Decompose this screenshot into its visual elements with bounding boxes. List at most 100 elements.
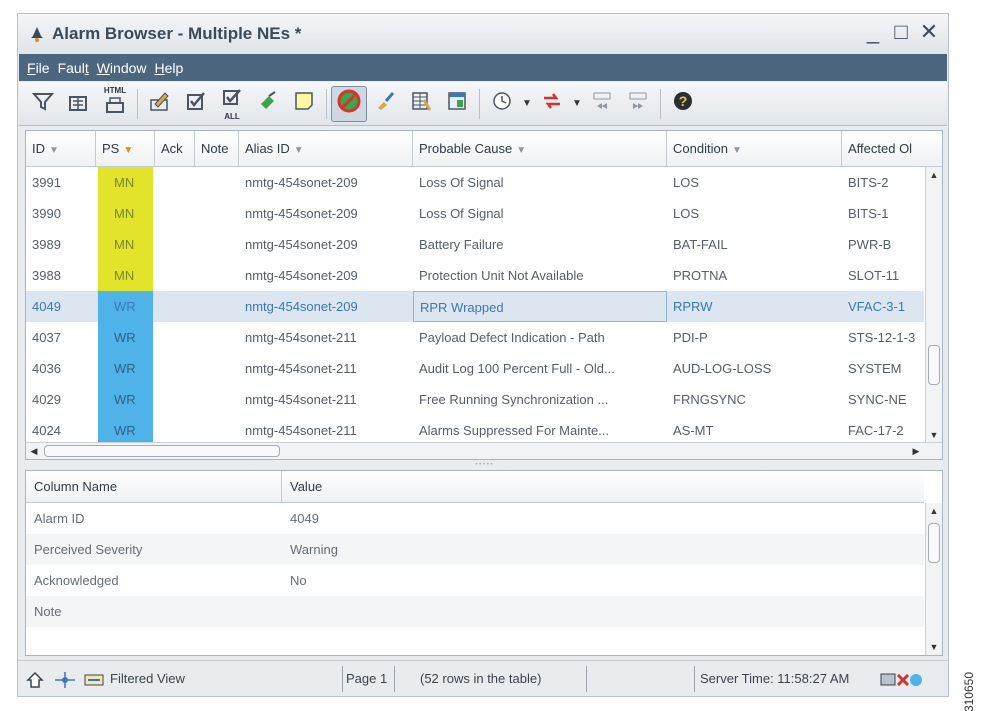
column-header-label: Alias ID: [245, 141, 290, 156]
column-header-probable-cause[interactable]: Probable Cause ▼: [413, 131, 667, 167]
details-name: Perceived Severity: [34, 542, 143, 557]
scroll-left-arrow-icon[interactable]: ◀: [26, 443, 42, 459]
affected-object-cell: BITS-2: [848, 175, 889, 190]
brush-button[interactable]: [367, 86, 403, 122]
condition-cell: PROTNA: [673, 268, 728, 283]
column-header-id[interactable]: ID ▼: [26, 131, 96, 167]
clock-dropdown-button[interactable]: ▼: [520, 98, 534, 109]
html-print-icon: [104, 95, 126, 121]
scroll-down-arrow-icon[interactable]: ▼: [926, 639, 942, 655]
menu-file[interactable]: File: [27, 60, 50, 76]
status-divider: [694, 666, 695, 692]
scroll-up-arrow-icon[interactable]: ▲: [926, 503, 942, 519]
alias-id-cell: nmtg-454sonet-209: [245, 175, 358, 190]
pane-splitter[interactable]: • • • • •: [25, 461, 943, 469]
probable-cause-cell: Audit Log 100 Percent Full - Old...: [419, 361, 615, 376]
menu-help[interactable]: Help: [155, 60, 184, 76]
html-print-button[interactable]: HTML: [97, 86, 133, 122]
toolbar: HTML ALL ▼ ▼ ?: [19, 82, 947, 126]
details-vertical-scrollbar[interactable]: ▲ ▼: [925, 503, 942, 655]
scroll-right-arrow-icon[interactable]: ▶: [908, 443, 924, 459]
table-header: ID ▼ PS ▼ Ack Note Alias ID ▼ Probable Caus…: [26, 131, 942, 167]
note-cell: [195, 198, 239, 229]
clock-button[interactable]: [484, 86, 520, 122]
column-header-note[interactable]: Note: [195, 131, 239, 167]
status-divider: [586, 666, 587, 692]
next-page-button[interactable]: [620, 86, 656, 122]
scrollbar-thumb[interactable]: [928, 345, 940, 385]
table-vertical-scrollbar[interactable]: ▲ ▼: [925, 167, 942, 443]
table-row[interactable]: 4036 WR nmtg-454sonet-211 Audit Log 100 Per…: [26, 353, 924, 384]
scrollbar-thumb[interactable]: [928, 523, 940, 563]
column-header-ps[interactable]: PS ▼: [96, 131, 155, 167]
alias-id-cell: nmtg-454sonet-209: [245, 268, 358, 283]
suppress-button[interactable]: [331, 85, 367, 122]
toolbar-separator: [660, 88, 661, 119]
navigate-dropdown-button[interactable]: ▼: [570, 98, 584, 109]
probable-cause-cell: Protection Unit Not Available: [419, 268, 584, 283]
help-icon: ?: [672, 90, 694, 118]
note-cell: [195, 167, 239, 198]
details-value: Warning: [290, 542, 338, 557]
column-header-alias-id[interactable]: Alias ID ▼: [239, 131, 413, 167]
prev-page-button[interactable]: [584, 86, 620, 122]
menu-window[interactable]: Window: [97, 60, 147, 76]
condition-cell: LOS: [673, 206, 700, 221]
menu-bar: File Fault Window Help: [19, 54, 947, 81]
severity-cell: WR: [98, 384, 153, 415]
ack-cell: [155, 384, 195, 415]
window-title: Alarm Browser - Multiple NEs *: [52, 24, 302, 43]
probable-cause-cell: RPR Wrapped: [413, 291, 667, 322]
navigate-button[interactable]: [534, 86, 570, 122]
html-label: HTML: [103, 86, 127, 95]
filter-button[interactable]: [25, 86, 61, 122]
window-button[interactable]: [439, 86, 475, 122]
table-row[interactable]: 3989 MN nmtg-454sonet-209 Battery Failure BA…: [26, 229, 924, 260]
sort-icon: ▼: [293, 145, 304, 156]
ack-cell: [155, 291, 195, 322]
affected-object-cell: STS-12-1-3: [848, 330, 916, 345]
table-row[interactable]: 3988 MN nmtg-454sonet-209 Protection Unit N…: [26, 260, 924, 291]
table-row[interactable]: 4049 WR nmtg-454sonet-209 RPR Wrapped RPRW VF…: [26, 291, 924, 322]
close-button[interactable]: ✕: [918, 20, 940, 44]
note-cell: [195, 291, 239, 322]
minimize-button[interactable]: _: [862, 20, 884, 44]
title-bar[interactable]: Alarm Browser - Multiple NEs * _ □ ✕: [18, 14, 948, 54]
note-button[interactable]: [286, 86, 322, 122]
scrollbar-thumb[interactable]: [44, 445, 280, 457]
clear-button[interactable]: [250, 86, 286, 122]
alarm-id-cell: 3988: [32, 268, 61, 283]
figure-id: 310650: [962, 672, 976, 711]
filtered-view-icon[interactable]: [84, 661, 104, 697]
help-button[interactable]: ?: [665, 86, 701, 122]
scroll-down-arrow-icon[interactable]: ▼: [926, 427, 942, 443]
severity-cell: WR: [98, 353, 153, 384]
column-header-label: PS: [102, 141, 120, 156]
network-icon[interactable]: [54, 661, 76, 697]
scroll-up-arrow-icon[interactable]: ▲: [926, 167, 942, 183]
alias-id-cell: nmtg-454sonet-211: [245, 330, 357, 345]
acknowledge-all-button[interactable]: ALL: [214, 86, 250, 122]
home-icon[interactable]: [26, 661, 44, 697]
table-row[interactable]: 4037 WR nmtg-454sonet-211 Payload Defect In…: [26, 322, 924, 353]
alarm-id-cell: 4049: [32, 299, 61, 314]
acknowledge-button[interactable]: [178, 86, 214, 122]
table-row[interactable]: 3990 MN nmtg-454sonet-209 Loss Of Signal LOS…: [26, 198, 924, 229]
table-horizontal-scrollbar[interactable]: ◀ ▶: [26, 442, 942, 459]
table-row[interactable]: 3991 MN nmtg-454sonet-209 Loss Of Signal LOS…: [26, 167, 924, 198]
menu-fault[interactable]: Fault: [58, 60, 89, 76]
edit-button[interactable]: [142, 86, 178, 122]
column-header-ack[interactable]: Ack: [155, 131, 195, 167]
column-header-affected-object[interactable]: Affected Ol: [842, 131, 942, 167]
ack-cell: [155, 229, 195, 260]
maximize-button[interactable]: □: [890, 20, 912, 44]
columns-button[interactable]: [403, 86, 439, 122]
details-row: Alarm ID 4049: [26, 503, 924, 534]
export-button[interactable]: [61, 86, 97, 122]
details-value-header[interactable]: Value: [282, 471, 924, 503]
columns-icon: [410, 90, 432, 118]
column-header-condition[interactable]: Condition ▼: [667, 131, 842, 167]
details-column-name-header[interactable]: Column Name: [26, 471, 282, 503]
page-indicator: Page 1: [346, 671, 388, 686]
table-row[interactable]: 4029 WR nmtg-454sonet-211 Free Running Sync…: [26, 384, 924, 415]
